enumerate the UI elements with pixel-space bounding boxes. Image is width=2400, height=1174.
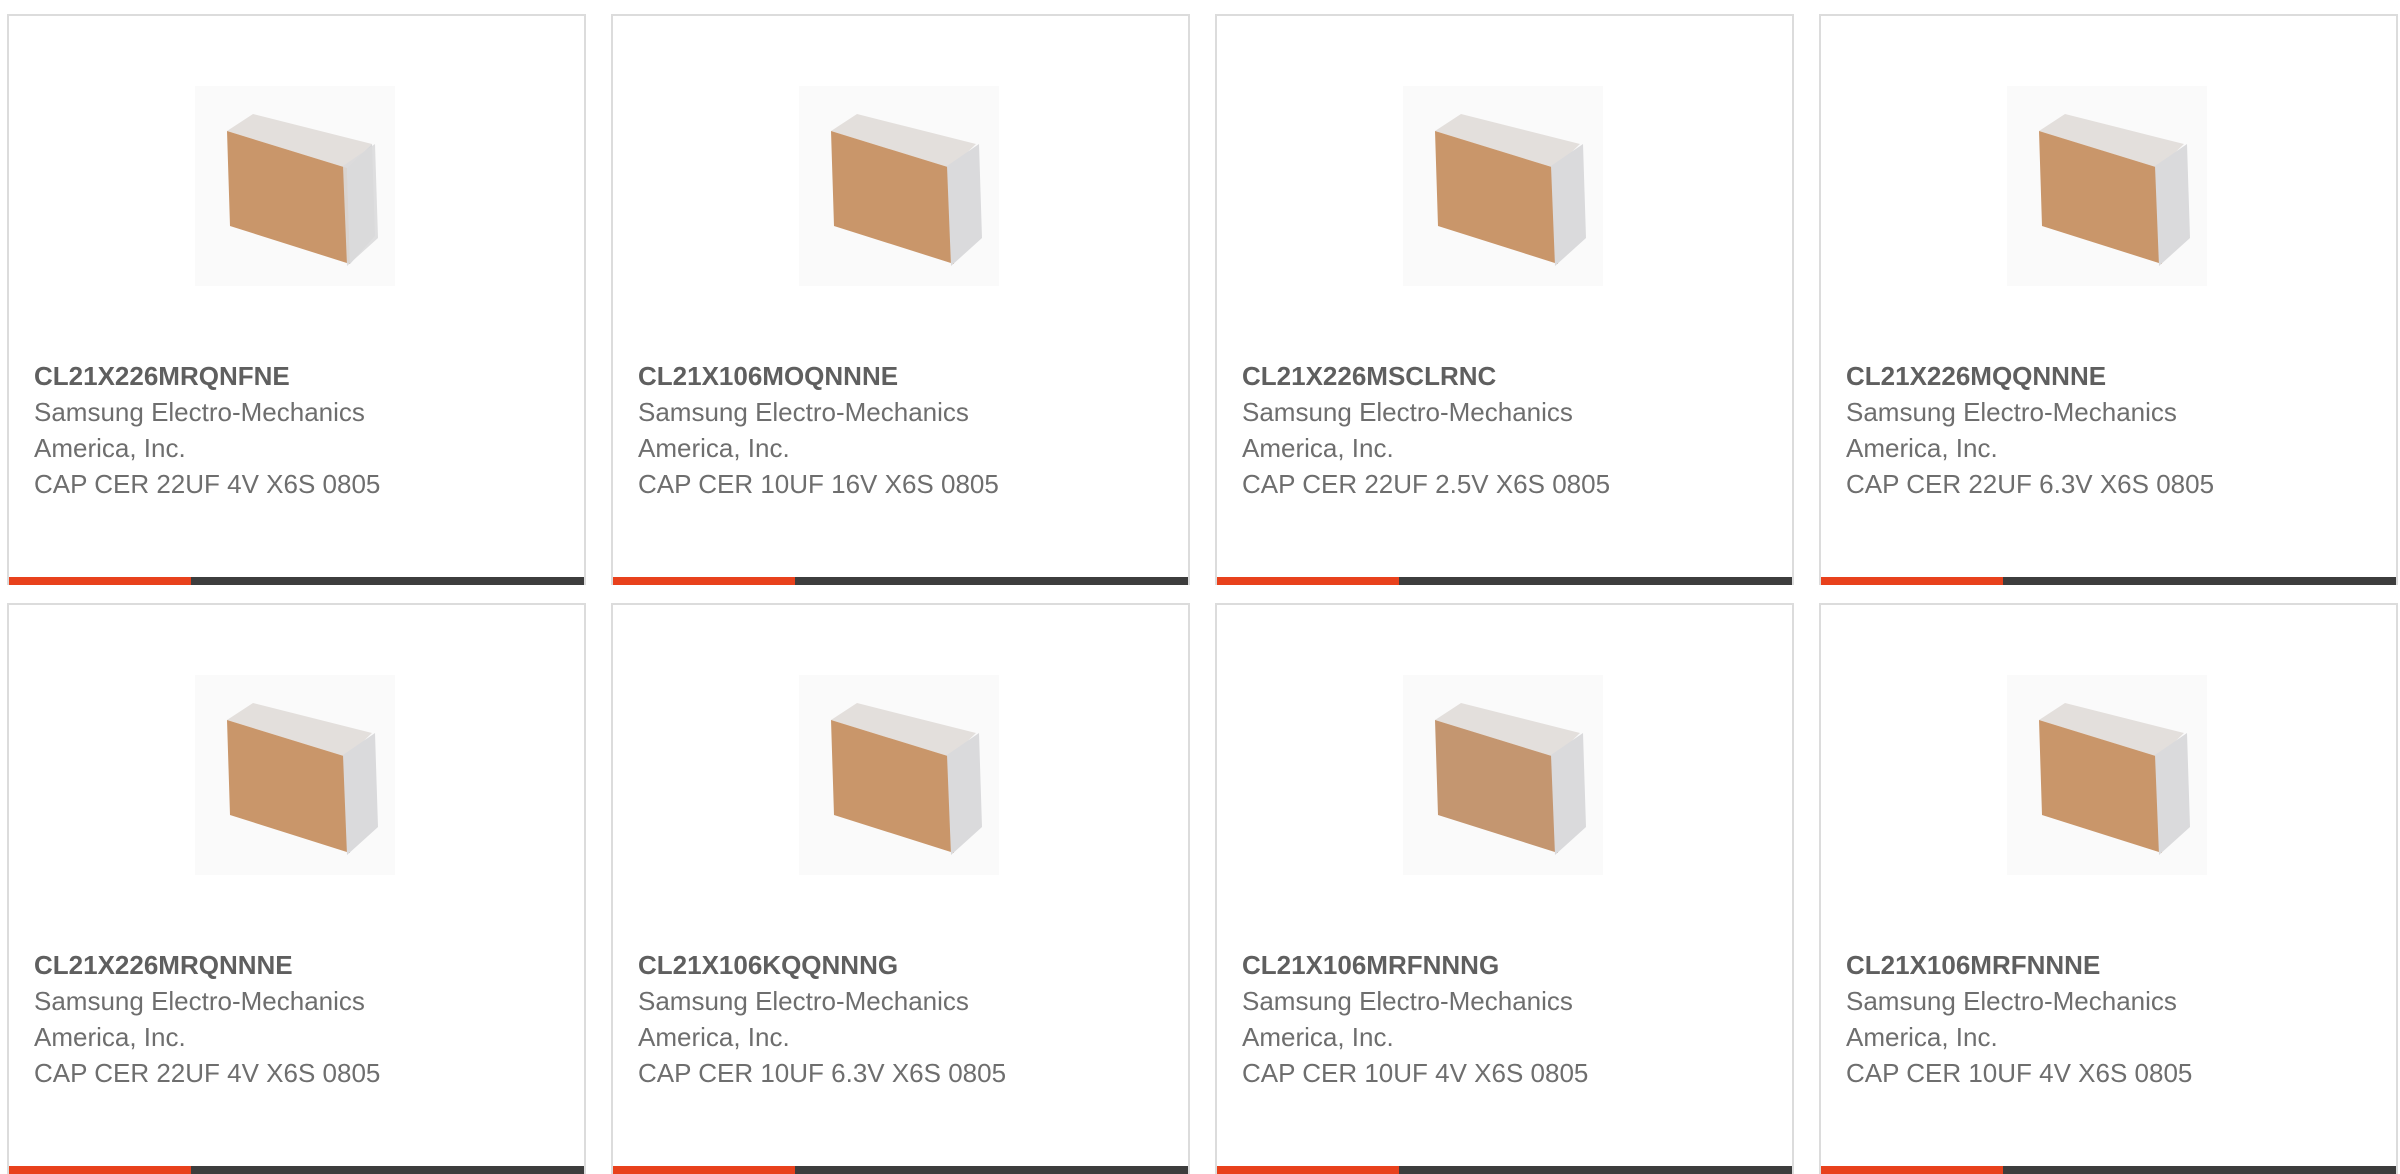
manufacturer: Samsung Electro-Mechanics America, Inc. [1242, 397, 1573, 463]
product-info: CL21X226MRQNNNE Samsung Electro-Mechanic… [34, 947, 554, 1091]
manufacturer: Samsung Electro-Mechanics America, Inc. [1846, 397, 2177, 463]
card-bottom-bar [1821, 577, 2396, 585]
card-accent-bar [9, 1166, 191, 1174]
part-number[interactable]: CL21X106MOQNNNE [638, 358, 1158, 394]
ceramic-capacitor-icon [227, 114, 378, 266]
card-accent-bar [1821, 577, 2003, 585]
card-bottom-bar [1217, 577, 1792, 585]
product-card[interactable]: CL21X106MRFNNNG Samsung Electro-Mechanic… [1215, 603, 1794, 1174]
ceramic-capacitor-icon [2039, 114, 2190, 266]
ceramic-capacitor-icon [831, 703, 982, 855]
card-bottom-bar [613, 1166, 1188, 1174]
manufacturer: Samsung Electro-Mechanics America, Inc. [1846, 986, 2177, 1052]
product-image[interactable] [799, 86, 999, 286]
part-number[interactable]: CL21X226MQQNNNE [1846, 358, 2366, 394]
product-info: CL21X106KQQNNNG Samsung Electro-Mechanic… [638, 947, 1158, 1091]
card-accent-bar [613, 1166, 795, 1174]
card-accent-bar [613, 577, 795, 585]
ceramic-capacitor-icon [831, 114, 982, 266]
card-bottom-bar [613, 577, 1188, 585]
product-description: CAP CER 10UF 6.3V X6S 0805 [638, 1058, 1007, 1088]
product-card[interactable]: CL21X106KQQNNNG Samsung Electro-Mechanic… [611, 603, 1190, 1174]
product-card[interactable]: CL21X226MRQNFNE Samsung Electro-Mechanic… [7, 14, 586, 585]
card-accent-bar [9, 577, 191, 585]
ceramic-capacitor-icon [227, 703, 378, 855]
part-number[interactable]: CL21X226MSCLRNC [1242, 358, 1762, 394]
product-image[interactable] [1403, 86, 1603, 286]
product-image[interactable] [799, 675, 999, 875]
product-card[interactable]: CL21X106MOQNNNE Samsung Electro-Mechanic… [611, 14, 1190, 585]
product-description: CAP CER 10UF 16V X6S 0805 [638, 469, 999, 499]
manufacturer: Samsung Electro-Mechanics America, Inc. [34, 986, 365, 1052]
manufacturer: Samsung Electro-Mechanics America, Inc. [1242, 986, 1573, 1052]
product-description: CAP CER 22UF 4V X6S 0805 [34, 1058, 381, 1088]
manufacturer: Samsung Electro-Mechanics America, Inc. [638, 986, 969, 1052]
card-bottom-bar [1217, 1166, 1792, 1174]
product-grid: CL21X226MRQNFNE Samsung Electro-Mechanic… [7, 14, 2400, 1174]
product-info: CL21X106MRFNNNE Samsung Electro-Mechanic… [1846, 947, 2366, 1091]
product-description: CAP CER 22UF 4V X6S 0805 [34, 469, 381, 499]
product-description: CAP CER 22UF 2.5V X6S 0805 [1242, 469, 1611, 499]
product-image[interactable] [195, 86, 395, 286]
part-number[interactable]: CL21X226MRQNNNE [34, 947, 554, 983]
product-card[interactable]: CL21X106MRFNNNE Samsung Electro-Mechanic… [1819, 603, 2398, 1174]
product-card[interactable]: CL21X226MSCLRNC Samsung Electro-Mechanic… [1215, 14, 1794, 585]
product-info: CL21X226MSCLRNC Samsung Electro-Mechanic… [1242, 358, 1762, 502]
card-accent-bar [1217, 1166, 1399, 1174]
part-number[interactable]: CL21X106MRFNNNG [1242, 947, 1762, 983]
card-accent-bar [1821, 1166, 2003, 1174]
card-bottom-bar [9, 1166, 584, 1174]
product-image[interactable] [195, 675, 395, 875]
product-info: CL21X226MQQNNNE Samsung Electro-Mechanic… [1846, 358, 2366, 502]
product-description: CAP CER 22UF 6.3V X6S 0805 [1846, 469, 2215, 499]
part-number[interactable]: CL21X106KQQNNNG [638, 947, 1158, 983]
card-accent-bar [1217, 577, 1399, 585]
manufacturer: Samsung Electro-Mechanics America, Inc. [34, 397, 365, 463]
product-image[interactable] [2007, 86, 2207, 286]
product-info: CL21X106MOQNNNE Samsung Electro-Mechanic… [638, 358, 1158, 502]
manufacturer: Samsung Electro-Mechanics America, Inc. [638, 397, 969, 463]
card-bottom-bar [9, 577, 584, 585]
product-info: CL21X226MRQNFNE Samsung Electro-Mechanic… [34, 358, 554, 502]
product-card[interactable]: CL21X226MQQNNNE Samsung Electro-Mechanic… [1819, 14, 2398, 585]
product-description: CAP CER 10UF 4V X6S 0805 [1242, 1058, 1589, 1088]
product-image[interactable] [2007, 675, 2207, 875]
ceramic-capacitor-icon [2039, 703, 2190, 855]
ceramic-capacitor-icon [1435, 703, 1586, 855]
product-image[interactable] [1403, 675, 1603, 875]
part-number[interactable]: CL21X226MRQNFNE [34, 358, 554, 394]
ceramic-capacitor-icon [1435, 114, 1586, 266]
product-card[interactable]: CL21X226MRQNNNE Samsung Electro-Mechanic… [7, 603, 586, 1174]
part-number[interactable]: CL21X106MRFNNNE [1846, 947, 2366, 983]
product-description: CAP CER 10UF 4V X6S 0805 [1846, 1058, 2193, 1088]
card-bottom-bar [1821, 1166, 2396, 1174]
product-info: CL21X106MRFNNNG Samsung Electro-Mechanic… [1242, 947, 1762, 1091]
